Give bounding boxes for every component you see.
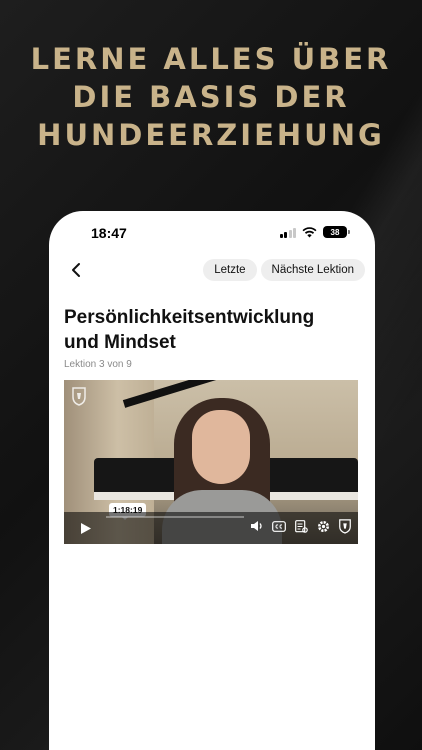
- watermark-logo-icon: [71, 386, 87, 406]
- status-time: 18:47: [91, 225, 127, 241]
- video-controls: [64, 512, 358, 544]
- next-lesson-button[interactable]: Nächste Lektion: [260, 259, 365, 281]
- video-progress-bar[interactable]: [106, 516, 244, 518]
- video-control-icons: [250, 519, 352, 534]
- video-player[interactable]: 1:18:19: [64, 380, 358, 544]
- captions-icon: [272, 520, 286, 532]
- play-button[interactable]: [80, 521, 94, 535]
- lesson-title: Persönlichkeitsentwicklung und Mindset: [64, 307, 315, 353]
- captions-button[interactable]: [272, 519, 286, 533]
- previous-lesson-button[interactable]: Letzte: [203, 259, 257, 281]
- settings-icon: [317, 520, 329, 532]
- notes-icon: [294, 519, 308, 533]
- wifi-icon: [302, 226, 317, 237]
- promo-headline: LERNE ALLES ÜBER DIE BASIS DER HUNDEERZI…: [0, 40, 422, 154]
- status-bar: 18:47 38: [49, 211, 375, 255]
- chevron-left-icon: [72, 263, 80, 277]
- status-icons: 38: [279, 226, 350, 238]
- play-icon: [81, 522, 91, 534]
- notes-button[interactable]: [294, 519, 308, 533]
- headline-line-3: HUNDEERZIEHUNG: [37, 118, 385, 152]
- volume-icon: [251, 521, 262, 531]
- battery-icon: 38: [323, 226, 350, 238]
- brand-logo-icon: [339, 519, 351, 534]
- headline-line-1: LERNE ALLES ÜBER: [30, 42, 392, 76]
- cellular-signal-icon: [279, 227, 296, 238]
- phone-screen: 18:47 38 Letzte Nächste Lektion Persönli…: [49, 211, 375, 750]
- headline-line-2: DIE BASIS DER: [72, 80, 350, 114]
- lesson-progress-text: Lektion 3 von 9: [64, 359, 132, 370]
- lesson-navbar: Letzte Nächste Lektion: [49, 255, 375, 287]
- settings-button[interactable]: [316, 519, 330, 533]
- volume-button[interactable]: [250, 519, 264, 533]
- back-button[interactable]: [65, 259, 87, 281]
- video-presenter-face: [192, 410, 250, 484]
- lesson-nav-pills: Letzte Nächste Lektion: [203, 259, 365, 281]
- brand-logo-button[interactable]: [338, 519, 352, 534]
